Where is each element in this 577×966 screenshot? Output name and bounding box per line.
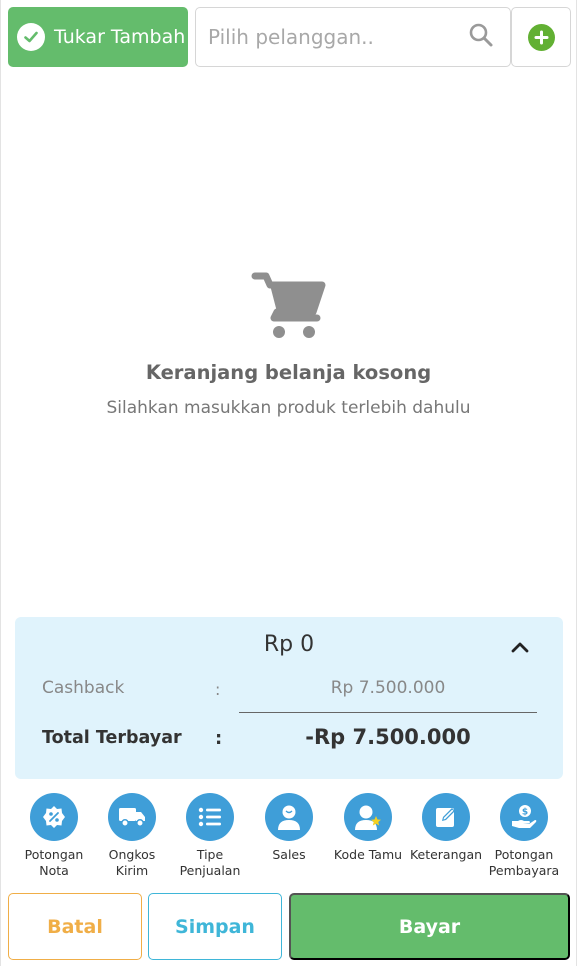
action-label: Potongan Pembayara — [488, 847, 560, 878]
cashback-value: Rp 7.500.000 — [330, 678, 446, 698]
action-label: Sales — [272, 847, 306, 862]
action-label: Keterangan — [409, 847, 483, 862]
user-icon — [265, 793, 313, 841]
list-icon — [186, 793, 234, 841]
total-paid-colon: : — [215, 728, 223, 749]
action-tipe-penjualan[interactable]: Tipe Penjualan — [170, 793, 250, 879]
trade-in-toggle-button[interactable]: Tukar Tambah — [8, 7, 188, 67]
action-label: Potongan Nota — [24, 847, 84, 878]
action-label: Tipe Penjualan — [179, 847, 241, 878]
customer-search-field[interactable] — [195, 7, 511, 67]
total-paid-label: Total Terbayar — [42, 728, 182, 748]
empty-cart-subtitle: Silahkan masukkan produk terlebih dahulu — [106, 398, 471, 418]
total-amount: Rp 0 — [263, 632, 315, 657]
svg-text:$: $ — [522, 808, 528, 818]
cancel-button[interactable]: Batal — [8, 893, 142, 960]
summary-divider — [239, 712, 537, 713]
empty-cart-state: Keranjang belanja kosong Silahkan masukk… — [0, 268, 577, 418]
action-label: Kode Tamu — [333, 847, 403, 862]
cashback-colon: : — [215, 680, 221, 699]
pay-button[interactable]: Bayar — [289, 893, 570, 960]
guest-star-icon — [344, 793, 392, 841]
action-potongan-pembayaran[interactable]: $ Potongan Pembayara — [484, 793, 564, 879]
add-customer-button[interactable] — [511, 7, 571, 67]
customer-search-input[interactable] — [208, 25, 468, 49]
check-circle-icon — [17, 23, 45, 51]
action-keterangan[interactable]: Keterangan — [406, 793, 486, 863]
action-sales[interactable]: Sales — [249, 793, 329, 863]
edit-note-icon — [422, 793, 470, 841]
payment-summary-panel: Rp 0 Cashback : Rp 7.500.000 Total Terba… — [15, 617, 563, 779]
shopping-cart-icon — [251, 268, 327, 344]
plus-circle-icon — [527, 23, 555, 51]
cashback-label: Cashback — [42, 678, 125, 698]
action-shortcuts: Potongan Nota Ongkos Kirim Tipe Penjuala… — [14, 793, 564, 883]
action-ongkos-kirim[interactable]: Ongkos Kirim — [92, 793, 172, 879]
action-kode-tamu[interactable]: Kode Tamu — [328, 793, 408, 863]
delivery-truck-icon — [108, 793, 156, 841]
search-icon[interactable] — [468, 22, 494, 52]
action-label: Ongkos Kirim — [108, 847, 156, 878]
total-paid-value: -Rp 7.500.000 — [305, 725, 471, 749]
chevron-up-icon[interactable] — [509, 637, 531, 657]
empty-cart-title: Keranjang belanja kosong — [145, 361, 432, 384]
discount-badge-icon — [30, 793, 78, 841]
save-button[interactable]: Simpan — [148, 893, 282, 960]
money-hand-icon: $ — [500, 793, 548, 841]
trade-in-label: Tukar Tambah — [54, 26, 186, 48]
action-potongan-nota[interactable]: Potongan Nota — [14, 793, 94, 879]
